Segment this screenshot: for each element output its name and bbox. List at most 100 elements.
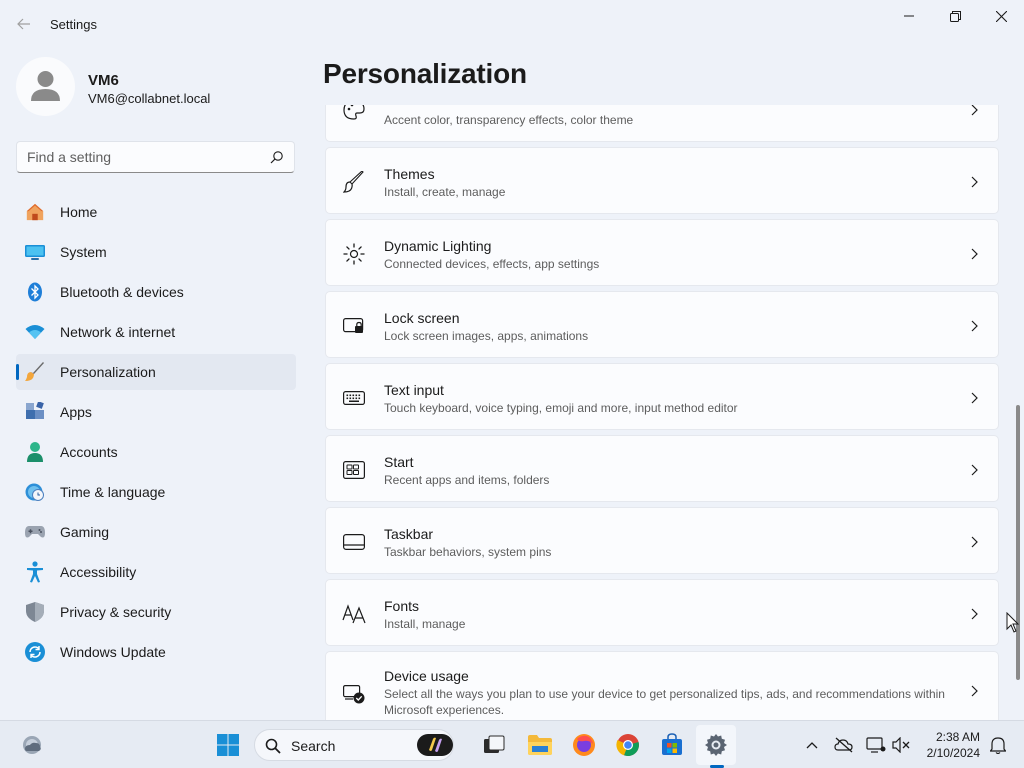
- sidebar-item-label: Network & internet: [60, 324, 176, 340]
- restore-button[interactable]: [932, 0, 978, 32]
- settings-card-taskbar[interactable]: Taskbar Taskbar behaviors, system pins: [325, 507, 999, 574]
- sidebar-item-gaming[interactable]: Gaming: [16, 514, 296, 550]
- search-input[interactable]: [27, 149, 257, 165]
- card-title: Fonts: [384, 598, 420, 614]
- widgets-button[interactable]: [12, 725, 52, 765]
- settings-card-text-input[interactable]: Text input Touch keyboard, voice typing,…: [325, 363, 999, 430]
- card-subtitle: Taskbar behaviors, system pins: [384, 545, 552, 559]
- sidebar-item-label: System: [60, 244, 107, 260]
- clock-date[interactable]: 2/10/2024: [920, 746, 980, 760]
- store-button[interactable]: [652, 725, 692, 765]
- minimize-button[interactable]: [886, 0, 932, 32]
- taskbar: Search 2:38 AM 2/10/2024: [0, 720, 1024, 768]
- sidebar-item-windows-update[interactable]: Windows Update: [16, 634, 296, 670]
- back-button[interactable]: [10, 12, 38, 36]
- chevron-right-icon: [971, 392, 978, 404]
- speaker-muted-icon: [892, 737, 910, 753]
- chevron-right-icon: [971, 608, 978, 620]
- settings-card-colors[interactable]: Accent color, transparency effects, colo…: [325, 105, 999, 142]
- sidebar-item-system[interactable]: System: [16, 234, 296, 270]
- settings-card-dynamic-lighting[interactable]: Dynamic Lighting Connected devices, effe…: [325, 219, 999, 286]
- minimize-icon: [904, 15, 914, 17]
- file-explorer-button[interactable]: [520, 725, 560, 765]
- sidebar-item-apps[interactable]: Apps: [16, 394, 296, 430]
- sidebar-item-accounts[interactable]: Accounts: [16, 434, 296, 470]
- mouse-cursor-icon: [1006, 612, 1020, 633]
- avatar[interactable]: [16, 57, 75, 116]
- show-hidden-icons-button[interactable]: [800, 733, 824, 757]
- settings-card-lock-screen[interactable]: Lock screen Lock screen images, apps, an…: [325, 291, 999, 358]
- chevron-right-icon: [971, 176, 978, 188]
- firefox-icon: [573, 734, 595, 756]
- volume-tray-button[interactable]: [890, 733, 914, 757]
- fonts-icon: [342, 602, 366, 626]
- sidebar-item-bluetooth[interactable]: Bluetooth & devices: [16, 274, 296, 310]
- card-subtitle-line2: Microsoft experiences.: [384, 703, 505, 717]
- settings-card-start[interactable]: Start Recent apps and items, folders: [325, 435, 999, 502]
- sidebar-item-label: Accessibility: [60, 564, 137, 580]
- sidebar-item-label: Bluetooth & devices: [60, 284, 184, 300]
- onedrive-tray-button[interactable]: [832, 733, 856, 757]
- bell-icon: [990, 737, 1006, 754]
- copilot-icon: [417, 734, 453, 756]
- sidebar-item-accessibility[interactable]: Accessibility: [16, 554, 296, 590]
- sidebar-item-personalization[interactable]: Personalization: [16, 354, 296, 390]
- card-title: Themes: [384, 166, 435, 182]
- weather-icon: [23, 736, 41, 754]
- lighting-icon: [342, 242, 366, 266]
- task-view-icon: [484, 735, 505, 753]
- device-usage-icon: [342, 682, 366, 706]
- monitor-icon: [25, 242, 45, 262]
- search-icon[interactable]: [270, 150, 284, 169]
- start-button[interactable]: [208, 725, 248, 765]
- settings-card-themes[interactable]: Themes Install, create, manage: [325, 147, 999, 214]
- lock-screen-icon: [342, 314, 366, 338]
- card-subtitle: Install, manage: [384, 617, 466, 631]
- sidebar-item-label: Time & language: [60, 484, 166, 500]
- taskbar-search[interactable]: Search: [254, 729, 454, 761]
- user-email: VM6@collabnet.local: [88, 91, 211, 106]
- sidebar-item-label: Privacy & security: [60, 604, 172, 620]
- sidebar-item-privacy[interactable]: Privacy & security: [16, 594, 296, 630]
- firefox-button[interactable]: [564, 725, 604, 765]
- settings-card-fonts[interactable]: Fonts Install, manage: [325, 579, 999, 646]
- app-title: Settings: [50, 17, 97, 32]
- sidebar-item-network[interactable]: Network & internet: [16, 314, 296, 350]
- store-icon: [662, 733, 682, 755]
- card-subtitle: Lock screen images, apps, animations: [384, 329, 589, 343]
- settings-taskbar-button[interactable]: [696, 725, 736, 765]
- bluetooth-icon: [25, 282, 45, 302]
- search-icon: [265, 738, 281, 754]
- palette-icon: [342, 105, 366, 122]
- sidebar-item-home[interactable]: Home: [16, 194, 296, 230]
- sidebar-item-label: Home: [60, 204, 98, 220]
- shield-icon: [25, 602, 45, 622]
- page-title: Personalization: [323, 58, 527, 89]
- chevron-right-icon: [971, 248, 978, 260]
- taskbar-search-label: Search: [291, 738, 336, 754]
- brush-icon: [25, 362, 45, 382]
- sidebar-nav: Home System Bluetooth & devices Network …: [16, 194, 296, 674]
- globe-clock-icon: [25, 482, 45, 502]
- close-button[interactable]: [978, 0, 1024, 32]
- chrome-button[interactable]: [608, 725, 648, 765]
- card-title: Lock screen: [384, 310, 460, 326]
- title-bar: Settings: [0, 0, 1024, 48]
- update-icon: [25, 642, 45, 662]
- find-setting-search[interactable]: [16, 141, 295, 173]
- settings-card-device-usage[interactable]: Device usage Select all the ways you pla…: [325, 651, 999, 720]
- notifications-button[interactable]: [986, 733, 1010, 757]
- scrollbar-thumb[interactable]: [1016, 405, 1020, 680]
- network-tray-button[interactable]: [864, 733, 888, 757]
- sidebar-item-time-language[interactable]: Time & language: [16, 474, 296, 510]
- card-title: Text input: [384, 382, 444, 398]
- card-subtitle: Recent apps and items, folders: [384, 473, 550, 487]
- keyboard-icon: [342, 386, 366, 410]
- gear-icon: [705, 734, 727, 756]
- task-view-button[interactable]: [474, 725, 514, 765]
- restore-icon: [949, 10, 961, 22]
- accessibility-icon: [25, 561, 45, 583]
- gamepad-icon: [25, 522, 45, 542]
- user-silhouette-icon: [31, 71, 60, 101]
- clock-time[interactable]: 2:38 AM: [930, 730, 980, 744]
